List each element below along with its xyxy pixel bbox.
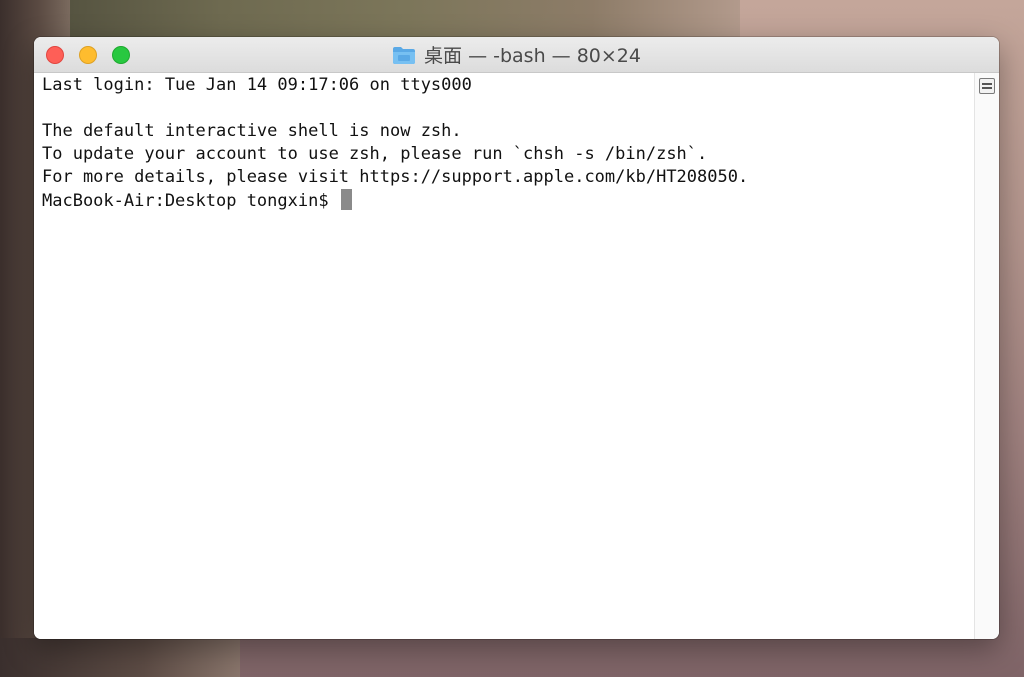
folder-icon (392, 45, 416, 65)
terminal-content[interactable]: Last login: Tue Jan 14 09:17:06 on ttys0… (34, 73, 974, 639)
wallpaper-cliff-bottom (0, 638, 240, 677)
window-title: 桌面 — -bash — 80×24 (424, 45, 641, 67)
terminal-line-details-link: For more details, please visit https://s… (42, 167, 749, 187)
title-bar[interactable]: 桌面 — -bash — 80×24 (34, 37, 999, 73)
text-cursor (340, 189, 352, 210)
split-pane-icon[interactable] (979, 78, 995, 94)
terminal-line-login: Last login: Tue Jan 14 09:17:06 on ttys0… (42, 75, 472, 95)
scrollbar[interactable] (974, 73, 999, 639)
terminal-window[interactable]: 桌面 — -bash — 80×24 Last login: Tue Jan 1… (34, 37, 999, 639)
terminal-line-update-instruction: To update your account to use zsh, pleas… (42, 144, 708, 164)
terminal-line-shell-notice: The default interactive shell is now zsh… (42, 121, 462, 141)
terminal-prompt: MacBook-Air:Desktop tongxin$ (42, 191, 339, 211)
wallpaper-cliff-top (0, 0, 740, 40)
window-title-area: 桌面 — -bash — 80×24 (34, 37, 999, 72)
terminal-prompt-line[interactable]: MacBook-Air:Desktop tongxin$ (42, 189, 352, 212)
